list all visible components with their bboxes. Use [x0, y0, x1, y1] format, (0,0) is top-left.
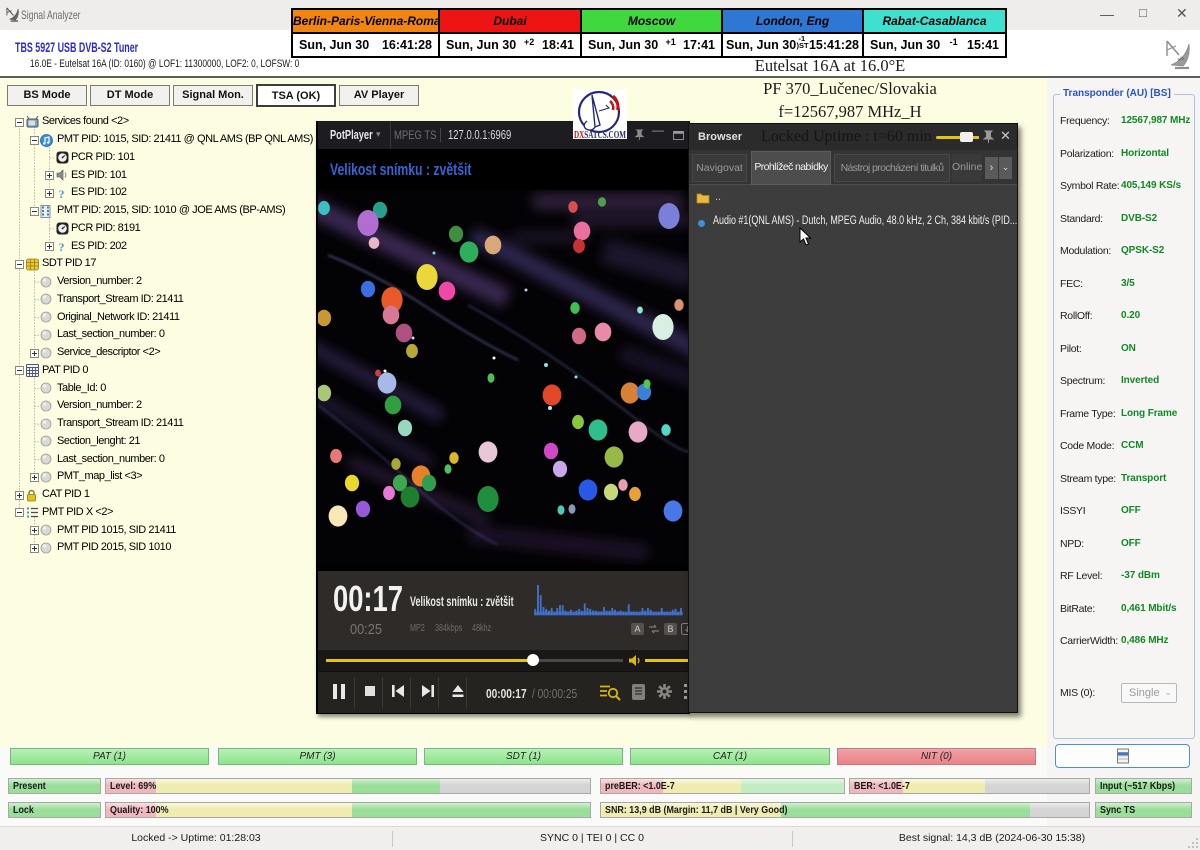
svg-text:?: ? [59, 240, 65, 253]
svg-text:DXSATCS.COM: DXSATCS.COM [574, 130, 626, 139]
svg-text:?: ? [59, 187, 65, 200]
